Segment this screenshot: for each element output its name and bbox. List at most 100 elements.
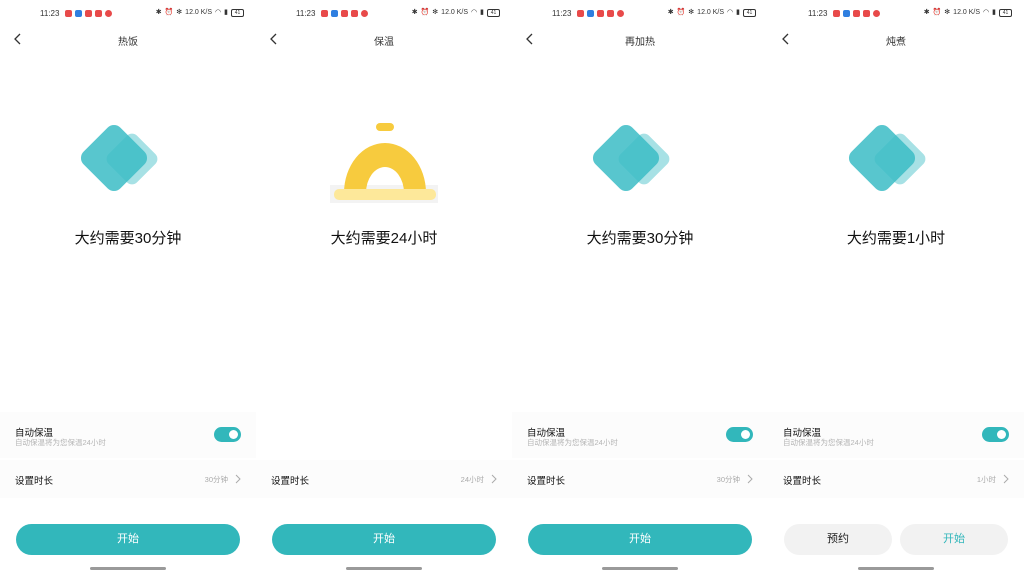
wifi-icon: ◠ [215, 9, 222, 16]
estimated-time: 大约需要1小时 [846, 230, 946, 247]
app-notification-icon [607, 10, 614, 17]
duration-value: 1小时 [976, 475, 996, 484]
bluetooth-icon: ✻ [688, 9, 695, 16]
set-duration-row[interactable]: 设置时长 30分钟 [512, 460, 768, 498]
auto-warm-description: 自动保温将为您保温24小时 [15, 438, 106, 447]
screen-reheat: 11:23 ✱ ⏰ ✻ 12.0 K/S ◠ ▮ 41 再加热 大约需要30分钟… [512, 0, 768, 572]
alarm-icon: ⏰ [420, 9, 430, 16]
set-duration-label: 设置时长 [15, 476, 54, 487]
set-duration-label: 设置时长 [527, 476, 566, 487]
wifi-icon: ◠ [727, 9, 734, 16]
set-duration-label: 设置时长 [271, 476, 310, 487]
app-notification-icon [597, 10, 604, 17]
status-time: 11:23 [552, 9, 572, 18]
nfc-icon: ✱ [155, 9, 162, 16]
bluetooth-icon: ✻ [944, 9, 951, 16]
set-duration-label: 设置时长 [783, 476, 822, 487]
battery-icon: 41 [231, 9, 244, 17]
auto-warm-row: 自动保温 自动保温将为您保温24小时 [0, 412, 256, 458]
notification-icons [833, 10, 880, 17]
start-button[interactable]: 开始 [900, 524, 1008, 555]
diamond-icon [592, 124, 670, 192]
screen-keep-warm: 11:23 ✱ ⏰ ✻ 12.0 K/S ◠ ▮ 41 保温 大约需要24小时 … [256, 0, 512, 572]
screens-row: 11:23 ✱ ⏰ ✻ 12.0 K/S ◠ ▮ 41 热饭 大约需要30分钟 … [0, 0, 1024, 572]
status-time: 11:23 [40, 9, 60, 18]
signal-icon: ▮ [992, 9, 996, 16]
app-notification-icon [843, 10, 850, 17]
nfc-icon: ✱ [667, 9, 674, 16]
auto-warm-toggle[interactable] [214, 427, 241, 442]
status-time: 11:23 [808, 9, 828, 18]
network-speed: 12.0 K/S [185, 9, 213, 16]
app-notification-icon [75, 10, 82, 17]
estimated-time: 大约需要24小时 [330, 230, 438, 247]
toggle-knob [997, 430, 1006, 439]
home-indicator[interactable] [602, 567, 678, 570]
battery-icon: 41 [999, 9, 1012, 17]
wifi-icon: ◠ [983, 9, 990, 16]
screen-stew: 11:23 ✱ ⏰ ✻ 12.0 K/S ◠ ▮ 41 炖煮 大约需要1小时 自… [768, 0, 1024, 572]
app-notification-icon [341, 10, 348, 17]
chevron-right-icon [235, 474, 241, 484]
start-button[interactable]: 开始 [528, 524, 752, 555]
app-notification-icon [351, 10, 358, 17]
system-icons: ✱ ⏰ ✻ 12.0 K/S ◠ ▮ 41 [924, 9, 1012, 17]
signal-icon: ▮ [736, 9, 740, 16]
diamond-icon [80, 124, 158, 192]
network-speed: 12.0 K/S [697, 9, 725, 16]
screen-reheat-rice: 11:23 ✱ ⏰ ✻ 12.0 K/S ◠ ▮ 41 热饭 大约需要30分钟 … [0, 0, 256, 572]
bluetooth-icon: ✻ [176, 9, 183, 16]
home-indicator[interactable] [858, 567, 934, 570]
status-bar: 11:23 ✱ ⏰ ✻ 12.0 K/S ◠ ▮ 41 [512, 0, 768, 28]
start-button[interactable]: 开始 [16, 524, 240, 555]
bluetooth-icon: ✻ [432, 9, 439, 16]
system-icons: ✱ ⏰ ✻ 12.0 K/S ◠ ▮ 41 [156, 9, 244, 17]
alarm-icon: ⏰ [932, 9, 942, 16]
wifi-icon: ◠ [471, 9, 478, 16]
app-notification-icon [321, 10, 328, 17]
app-notification-icon [873, 10, 880, 17]
chevron-right-icon [747, 474, 753, 484]
page-title: 再加热 [625, 37, 655, 48]
start-button[interactable]: 开始 [272, 524, 496, 555]
auto-warm-description: 自动保温将为您保温24小时 [527, 438, 618, 447]
signal-icon: ▮ [224, 9, 228, 16]
app-notification-icon [587, 10, 594, 17]
set-duration-row[interactable]: 设置时长 1小时 [768, 460, 1024, 498]
auto-warm-row: 自动保温 自动保温将为您保温24小时 [768, 412, 1024, 458]
status-time: 11:23 [296, 9, 316, 18]
app-notification-icon [833, 10, 840, 17]
network-speed: 12.0 K/S [953, 9, 981, 16]
app-notification-icon [65, 10, 72, 17]
auto-warm-toggle[interactable] [726, 427, 753, 442]
network-speed: 12.0 K/S [441, 9, 469, 16]
app-notification-icon [617, 10, 624, 17]
estimated-time: 大约需要30分钟 [74, 230, 182, 247]
app-notification-icon [105, 10, 112, 17]
system-icons: ✱ ⏰ ✻ 12.0 K/S ◠ ▮ 41 [412, 9, 500, 17]
status-bar: 11:23 ✱ ⏰ ✻ 12.0 K/S ◠ ▮ 41 [768, 0, 1024, 28]
status-bar: 11:23 ✱ ⏰ ✻ 12.0 K/S ◠ ▮ 41 [256, 0, 512, 28]
toggle-knob [741, 430, 750, 439]
home-indicator[interactable] [90, 567, 166, 570]
set-duration-row[interactable]: 设置时长 24小时 [256, 460, 512, 498]
home-indicator[interactable] [346, 567, 422, 570]
page-title: 炖煮 [886, 37, 906, 48]
page-title: 保温 [374, 37, 394, 48]
bell-icon [330, 123, 438, 203]
app-notification-icon [853, 10, 860, 17]
set-duration-row[interactable]: 设置时长 30分钟 [0, 460, 256, 498]
app-notification-icon [361, 10, 368, 17]
chevron-right-icon [491, 474, 497, 484]
reserve-button[interactable]: 预约 [784, 524, 892, 555]
page-title: 热饭 [118, 37, 138, 48]
app-notification-icon [863, 10, 870, 17]
alarm-icon: ⏰ [164, 9, 174, 16]
battery-icon: 41 [487, 9, 500, 17]
auto-warm-toggle[interactable] [982, 427, 1009, 442]
toggle-knob [229, 430, 238, 439]
duration-value: 30分钟 [204, 475, 228, 484]
auto-warm-row: 自动保温 自动保温将为您保温24小时 [512, 412, 768, 458]
alarm-icon: ⏰ [676, 9, 686, 16]
app-notification-icon [577, 10, 584, 17]
